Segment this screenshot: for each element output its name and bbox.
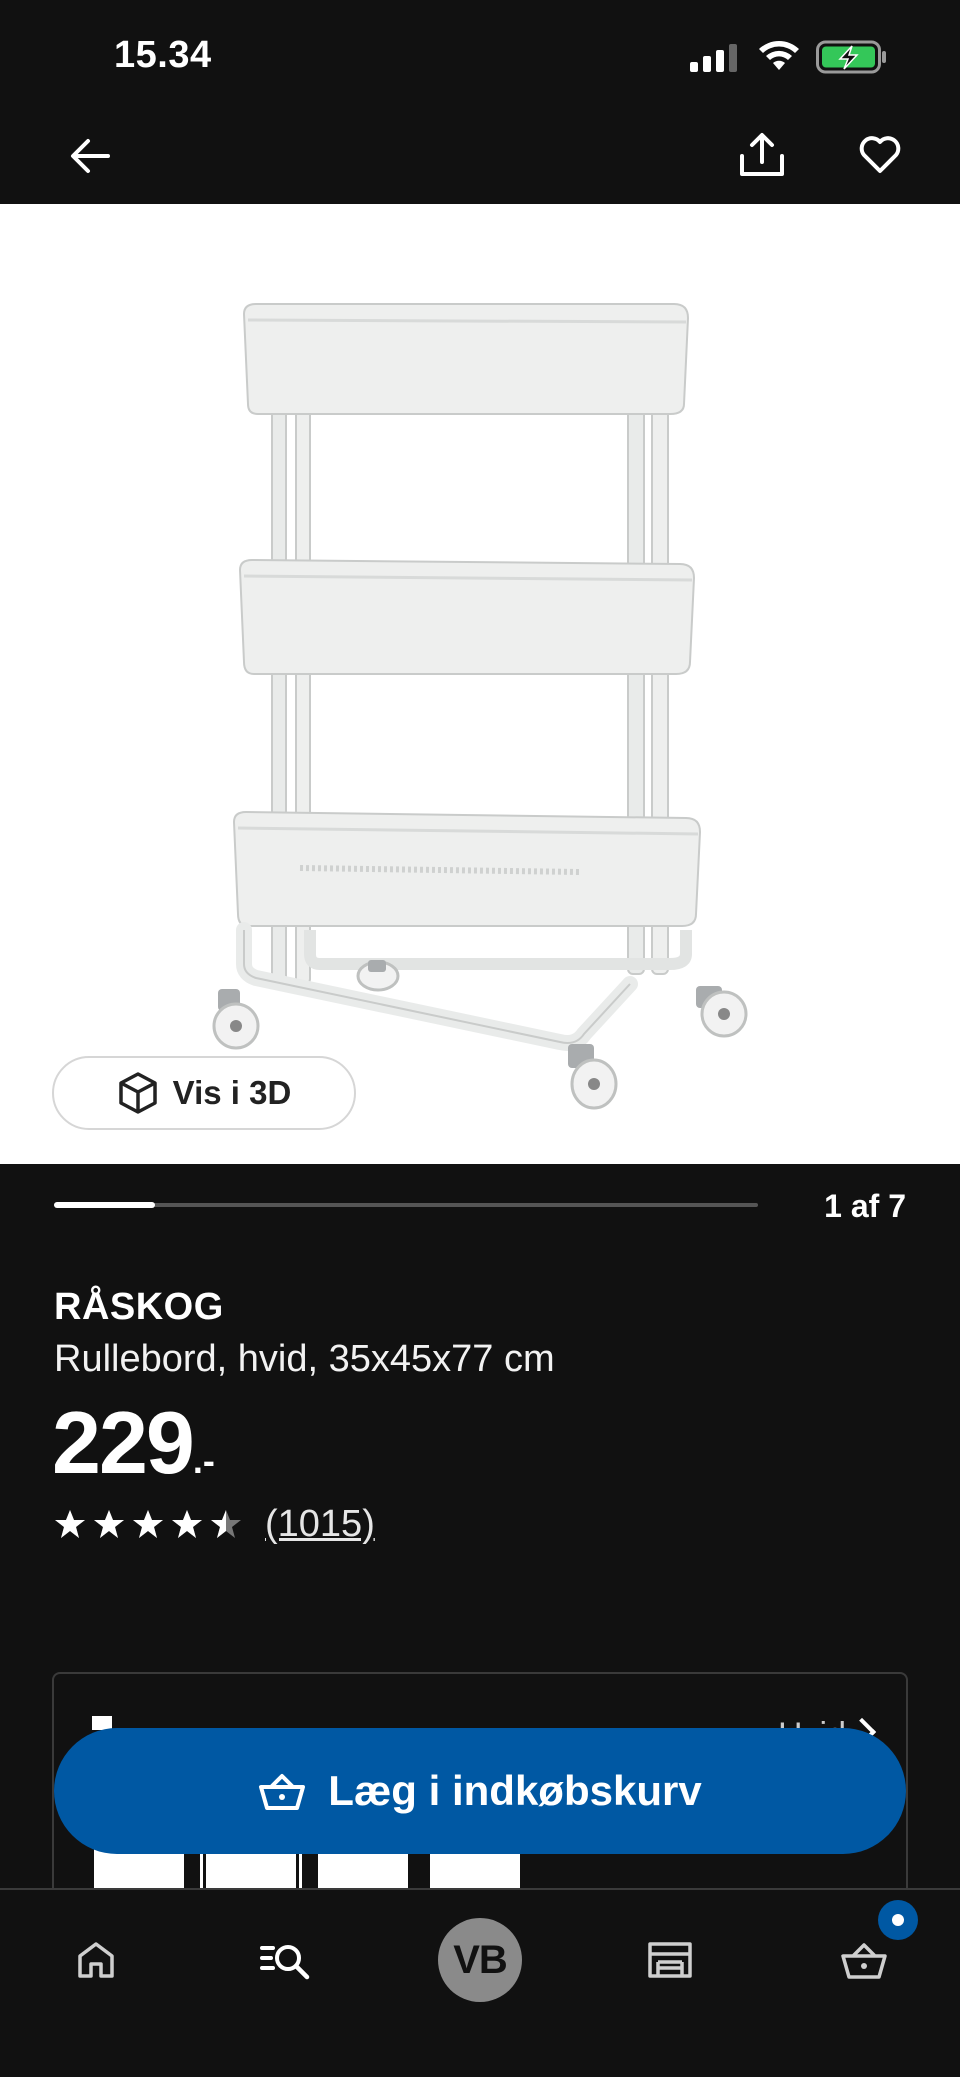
basket-icon <box>259 1774 306 1810</box>
nav-bar <box>0 110 960 204</box>
avatar: VB <box>438 1918 522 2002</box>
product-image-gallery[interactable]: Vis i 3D <box>0 204 960 1164</box>
product-description: Rullebord, hvid, 35x45x77 cm <box>54 1338 555 1380</box>
page-counter: 1 af 7 <box>824 1188 906 1224</box>
tab-home[interactable] <box>48 1912 144 2008</box>
product-name: RÅSKOG <box>54 1286 224 1328</box>
status-bar: 15.34 <box>0 0 960 110</box>
arrow-left-icon <box>71 139 110 173</box>
star-icon <box>55 1510 85 1538</box>
share-button[interactable] <box>730 122 794 186</box>
favorite-button[interactable] <box>848 122 912 186</box>
heart-icon <box>859 136 901 173</box>
product-image[interactable] <box>200 264 760 1134</box>
cart-badge <box>878 1900 918 1940</box>
tab-stores[interactable] <box>622 1912 718 2008</box>
review-count-link[interactable]: (1015) <box>265 1503 375 1546</box>
search-list-icon <box>260 1945 310 1980</box>
basket-icon <box>841 1943 887 1979</box>
cellular-signal-icon <box>690 44 737 72</box>
view-3d-button[interactable]: Vis i 3D <box>52 1056 356 1130</box>
image-carousel-indicator: 1 af 7 <box>54 1180 906 1230</box>
star-icon <box>133 1510 163 1538</box>
cart-badge-dot <box>892 1914 904 1926</box>
price-amount: 229 <box>52 1393 195 1492</box>
tab-search[interactable] <box>238 1912 334 2008</box>
status-time: 15.34 <box>114 34 212 76</box>
star-icon <box>211 1510 241 1538</box>
star-icon <box>172 1510 202 1538</box>
star-icon <box>94 1510 124 1538</box>
home-icon <box>78 1942 114 1978</box>
price-suffix: .- <box>192 1440 215 1481</box>
rating-stars <box>54 1508 249 1540</box>
carousel-track <box>54 1203 758 1207</box>
product-price: 229.- <box>52 1392 215 1494</box>
battery-charging-icon <box>816 40 886 74</box>
back-button[interactable] <box>58 124 122 188</box>
bottom-tab-bar: VB <box>0 1888 960 2077</box>
cube-icon <box>118 1072 157 1114</box>
add-to-cart-button[interactable]: Læg i indkøbskurv <box>54 1728 906 1854</box>
tab-profile[interactable]: VB <box>432 1912 528 2008</box>
view-3d-label: Vis i 3D <box>172 1074 292 1111</box>
store-icon <box>648 1942 692 1978</box>
carousel-progress <box>54 1202 155 1208</box>
add-to-cart-label: Læg i indkøbskurv <box>328 1767 702 1814</box>
wifi-icon <box>759 41 799 70</box>
product-rating[interactable]: (1015) <box>54 1500 375 1548</box>
share-icon <box>740 133 784 176</box>
